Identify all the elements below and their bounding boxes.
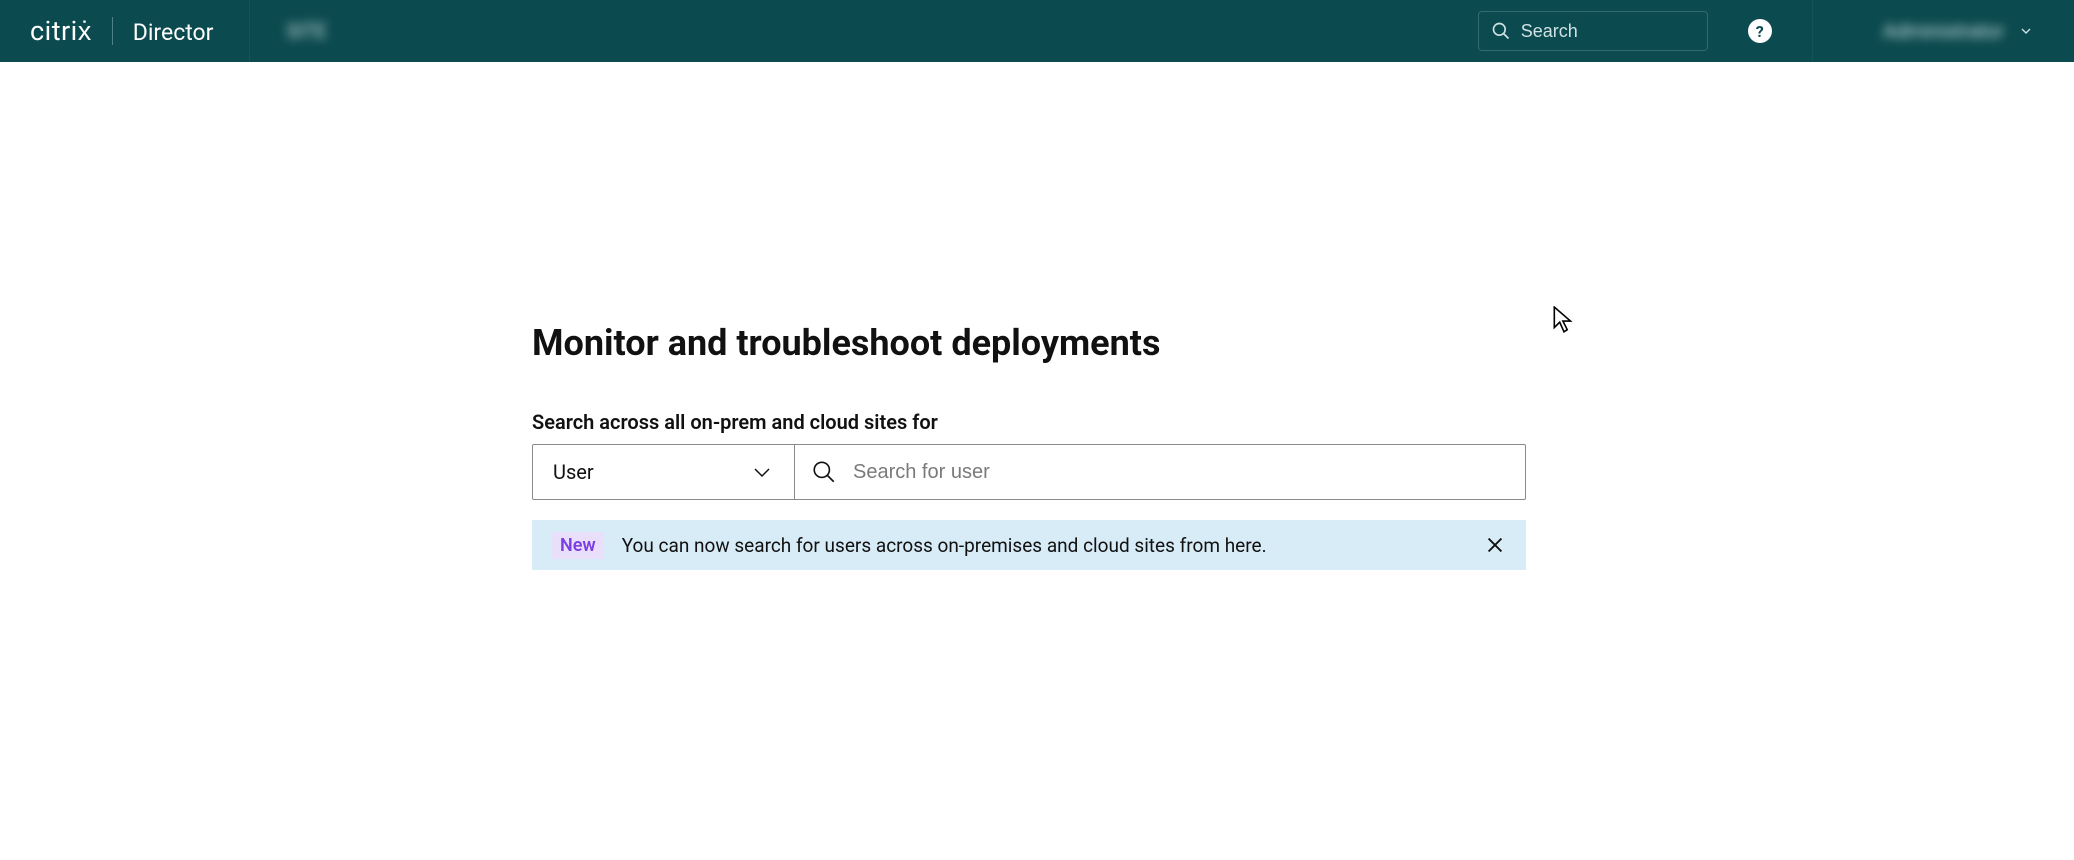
topbar-divider bbox=[249, 0, 250, 62]
help-icon[interactable]: ? bbox=[1748, 19, 1772, 43]
user-menu-divider bbox=[1812, 0, 1813, 62]
banner-text: You can now search for users across on-p… bbox=[622, 534, 1466, 557]
page-title: Monitor and troubleshoot deployments bbox=[532, 322, 1526, 364]
chevron-down-icon bbox=[2018, 23, 2034, 39]
topbar-right: ? Administrator bbox=[1478, 0, 2044, 62]
search-icon bbox=[811, 459, 837, 485]
search-label: Search across all on-prem and cloud site… bbox=[532, 410, 1526, 434]
site-name-blurred: SITE bbox=[286, 19, 326, 43]
brand-product: Director bbox=[133, 19, 214, 46]
info-banner: New You can now search for users across … bbox=[532, 520, 1526, 570]
brand-divider bbox=[112, 17, 113, 45]
search-row: User bbox=[532, 444, 1526, 500]
brand-block: citriẋ Director bbox=[30, 15, 213, 47]
search-type-value: User bbox=[553, 460, 594, 484]
global-search-input[interactable] bbox=[1521, 21, 1695, 42]
chevron-down-icon bbox=[750, 460, 774, 484]
username-blurred: Administrator bbox=[1883, 19, 2004, 43]
top-bar: citriẋ Director SITE ? Administrator bbox=[0, 0, 2074, 62]
search-icon bbox=[1491, 21, 1511, 41]
global-search[interactable] bbox=[1478, 11, 1708, 51]
main-content: Monitor and troubleshoot deployments Sea… bbox=[0, 62, 2074, 570]
brand-logo: citriẋ bbox=[30, 15, 92, 47]
search-field[interactable] bbox=[795, 445, 1525, 499]
new-badge: New bbox=[552, 532, 604, 559]
user-menu[interactable]: Administrator bbox=[1883, 19, 2044, 43]
close-icon[interactable] bbox=[1484, 534, 1506, 556]
content-block: Monitor and troubleshoot deployments Sea… bbox=[532, 322, 1526, 570]
search-type-dropdown[interactable]: User bbox=[533, 445, 795, 499]
search-input[interactable] bbox=[853, 461, 1509, 484]
